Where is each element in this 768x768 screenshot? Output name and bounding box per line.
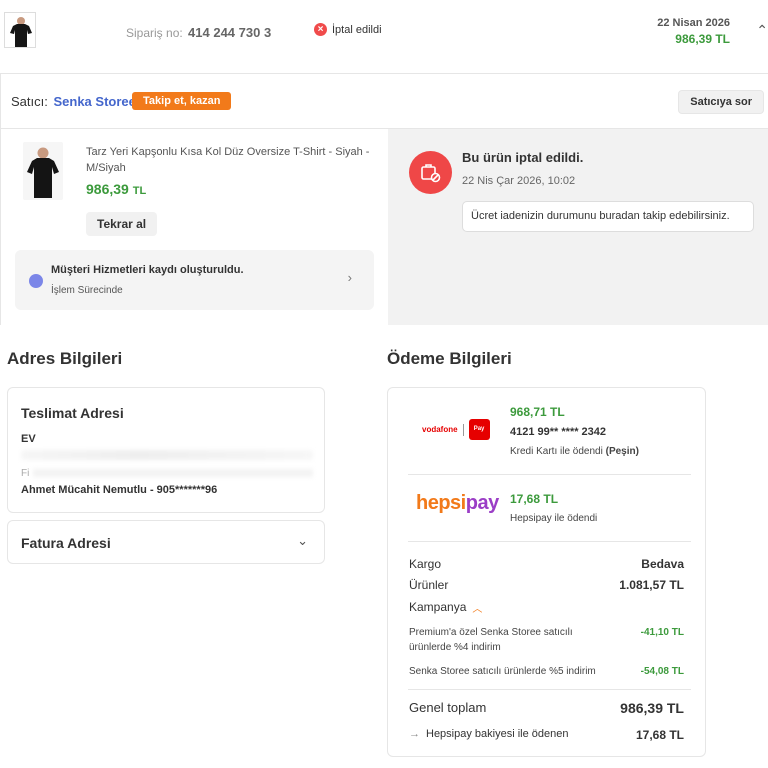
masked-card-number: 4121 99** **** 2342 xyxy=(510,426,607,438)
hepsipay-balance-row: → Hepsipay bakiyesi ile ödenen 17,68 TL xyxy=(409,728,684,742)
chevron-down-icon[interactable]: ⌄ xyxy=(297,533,308,549)
customer-service-card[interactable]: Müşteri Hizmetleri kaydı oluşturuldu. İş… xyxy=(15,250,374,310)
vodafone-amount: 968,71 TL xyxy=(510,405,565,419)
order-number: Sipariş no: 414 244 730 3 xyxy=(126,25,272,40)
payment-section-title: Ödeme Bilgileri xyxy=(387,349,512,368)
order-thumbnail xyxy=(4,12,36,48)
order-total: 986,39 TL xyxy=(675,32,730,46)
products-row: Ürünler 1.081,57 TL xyxy=(409,578,684,592)
payment-card: vodafone Pay 968,71 TL 4121 99** **** 23… xyxy=(387,387,706,757)
refund-tracking-link[interactable]: Ücret iadenizin durumunu buradan takip e… xyxy=(462,201,754,232)
cancel-x-icon: × xyxy=(314,23,327,36)
product-price: 986,39 TL xyxy=(86,181,147,197)
status-dot-icon xyxy=(29,274,43,288)
order-date: 22 Nisan 2026 xyxy=(657,17,730,29)
chevron-up-icon: ︿ xyxy=(472,604,483,615)
hepsipay-logo: hepsipay xyxy=(416,492,499,514)
seller-name-link[interactable]: Senka Storee xyxy=(53,94,135,109)
hepsipay-payment-desc: Hepsipay ile ödendi xyxy=(510,513,598,524)
address-type: EV xyxy=(21,433,36,445)
product-image[interactable] xyxy=(23,142,63,200)
cancelled-package-icon xyxy=(409,151,452,194)
address-section-title: Adres Bilgileri xyxy=(7,349,123,368)
follow-seller-button[interactable]: Takip et, kazan xyxy=(132,92,232,110)
vodafone-logo: vodafone xyxy=(422,425,458,434)
collapse-arrow-icon[interactable]: ⌃ xyxy=(756,22,768,39)
seller-label: Satıcı: Senka Storee xyxy=(11,94,136,109)
ask-seller-button[interactable]: Satıcıya sor xyxy=(678,90,764,114)
invoice-address-title: Fatura Adresi xyxy=(21,535,111,551)
order-card: Satıcı: Senka Storee Takip et, kazan Sat… xyxy=(0,73,768,325)
blurred-address-line xyxy=(21,450,313,460)
vodafone-payment-desc: Kredi Kartı ile ödendi (Peşin) xyxy=(510,446,639,457)
cs-status: İşlem Sürecinde xyxy=(51,285,123,296)
order-header[interactable]: Sipariş no: 414 244 730 3 × İptal edildi… xyxy=(0,0,768,64)
discount-row: Premium'a özel Senka Storee satıcılı ürü… xyxy=(409,627,684,653)
cancel-status-badge: × İptal edildi xyxy=(314,23,382,36)
reorder-button[interactable]: Tekrar al xyxy=(86,212,158,236)
discount-row: Senka Storee satıcılı ürünlerde %5 indir… xyxy=(409,666,684,677)
grand-total-row: Genel toplam 986,39 TL xyxy=(409,700,684,716)
campaign-toggle[interactable]: Kampanya ︿ xyxy=(409,600,684,615)
pay-badge: Pay xyxy=(468,419,490,440)
blurred-address-line-2: Fi xyxy=(21,468,314,479)
recipient-name: Ahmet Mücahit Nemutlu - 905*******96 xyxy=(21,484,218,496)
cancellation-title: Bu ürün iptal edildi. xyxy=(462,150,584,165)
vodafone-pay-logo: vodafone Pay xyxy=(422,419,490,440)
hepsipay-amount: 17,68 TL xyxy=(510,492,559,506)
cs-title: Müşteri Hizmetleri kaydı oluşturuldu. xyxy=(51,264,244,276)
cancellation-panel: Bu ürün iptal edildi. 22 Nis Çar 2026, 1… xyxy=(388,129,768,325)
cancellation-date: 22 Nis Çar 2026, 10:02 xyxy=(462,175,576,187)
shipping-row: Kargo Bedava xyxy=(409,557,684,571)
arrow-right-icon: → xyxy=(409,728,420,740)
seller-row: Satıcı: Senka Storee Takip et, kazan Sat… xyxy=(1,74,768,129)
delivery-address-card: Teslimat Adresi EV Fi Ahmet Mücahit Nemu… xyxy=(7,387,325,513)
chevron-right-icon: › xyxy=(347,270,352,285)
delivery-address-title: Teslimat Adresi xyxy=(21,405,124,421)
product-panel: Tarz Yeri Kapşonlu Kısa Kol Düz Oversize… xyxy=(1,129,388,325)
product-name[interactable]: Tarz Yeri Kapşonlu Kısa Kol Düz Oversize… xyxy=(86,144,371,176)
invoice-address-card[interactable]: Fatura Adresi ⌄ xyxy=(7,520,325,564)
